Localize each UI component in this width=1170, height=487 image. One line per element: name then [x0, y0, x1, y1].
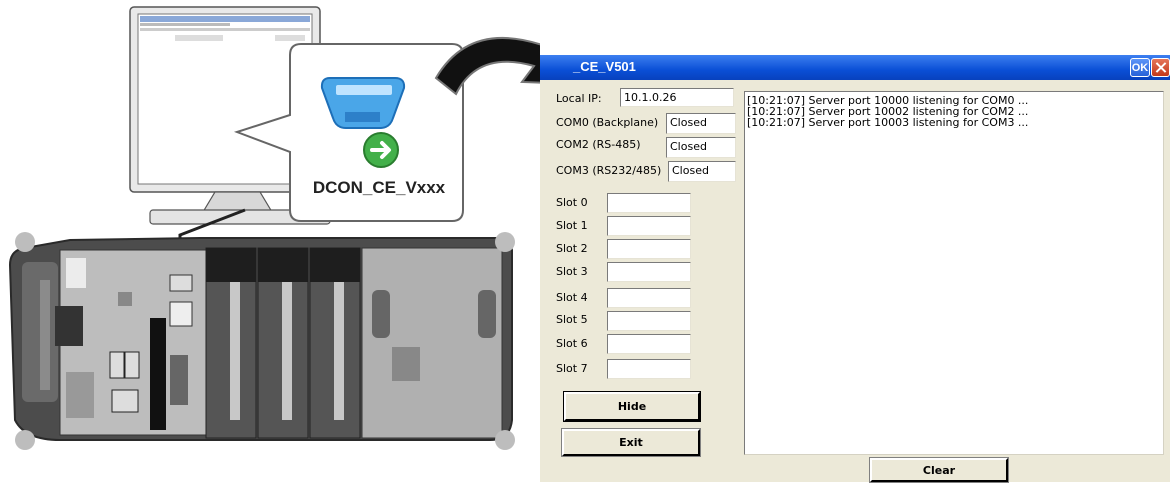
com3-label: COM3 (RS232/485): [556, 164, 662, 177]
clear-button[interactable]: Clear: [869, 457, 1009, 483]
slot-5-label: Slot 5: [556, 313, 588, 326]
slot-5-field[interactable]: [607, 311, 691, 331]
slot-4-field[interactable]: [607, 288, 691, 308]
slot-6-field[interactable]: [607, 334, 691, 354]
slot-0-field[interactable]: [607, 193, 691, 213]
slot-3-label: Slot 3: [556, 265, 588, 278]
com3-status-field[interactable]: Closed: [668, 161, 736, 182]
slot-0-label: Slot 0: [556, 196, 588, 209]
dcon-window: _CE_V501 OK Local IP: 10.1.0.26 COM0 (Ba…: [540, 55, 1170, 483]
slot-3-field[interactable]: [607, 262, 691, 282]
hide-button[interactable]: Hide: [563, 391, 701, 422]
slot-6-label: Slot 6: [556, 337, 588, 350]
window-title: _CE_V501: [573, 59, 636, 74]
local-ip-field[interactable]: 10.1.0.26: [620, 88, 734, 107]
app-name-label: DCON_CE_Vxxx: [312, 178, 446, 197]
com0-label: COM0 (Backplane): [556, 116, 659, 129]
slot-1-field[interactable]: [607, 216, 691, 236]
com2-label: COM2 (RS-485): [556, 138, 641, 151]
slot-4-label: Slot 4: [556, 291, 588, 304]
log-output[interactable]: [10:21:07] Server port 10000 listening f…: [744, 91, 1164, 455]
com0-status-field[interactable]: Closed: [666, 113, 736, 134]
exit-button[interactable]: Exit: [561, 428, 701, 457]
slot-2-field[interactable]: [607, 239, 691, 259]
ok-button[interactable]: OK: [1130, 58, 1150, 77]
slot-7-field[interactable]: [607, 359, 691, 379]
local-ip-label: Local IP:: [556, 92, 602, 105]
close-icon[interactable]: [1151, 58, 1170, 77]
curved-arrow-icon: [434, 27, 582, 96]
com2-status-field[interactable]: Closed: [666, 137, 736, 158]
illustration: DCON_CE_Vxxx: [0, 0, 582, 482]
slot-7-label: Slot 7: [556, 362, 588, 375]
log-line: [10:21:07] Server port 10003 listening f…: [747, 116, 1029, 129]
title-bar[interactable]: _CE_V501 OK: [540, 55, 1170, 80]
hardware-diagram: [8, 6, 582, 450]
slot-1-label: Slot 1: [556, 219, 588, 232]
pac-controller-icon: [8, 232, 515, 450]
slot-2-label: Slot 2: [556, 242, 588, 255]
